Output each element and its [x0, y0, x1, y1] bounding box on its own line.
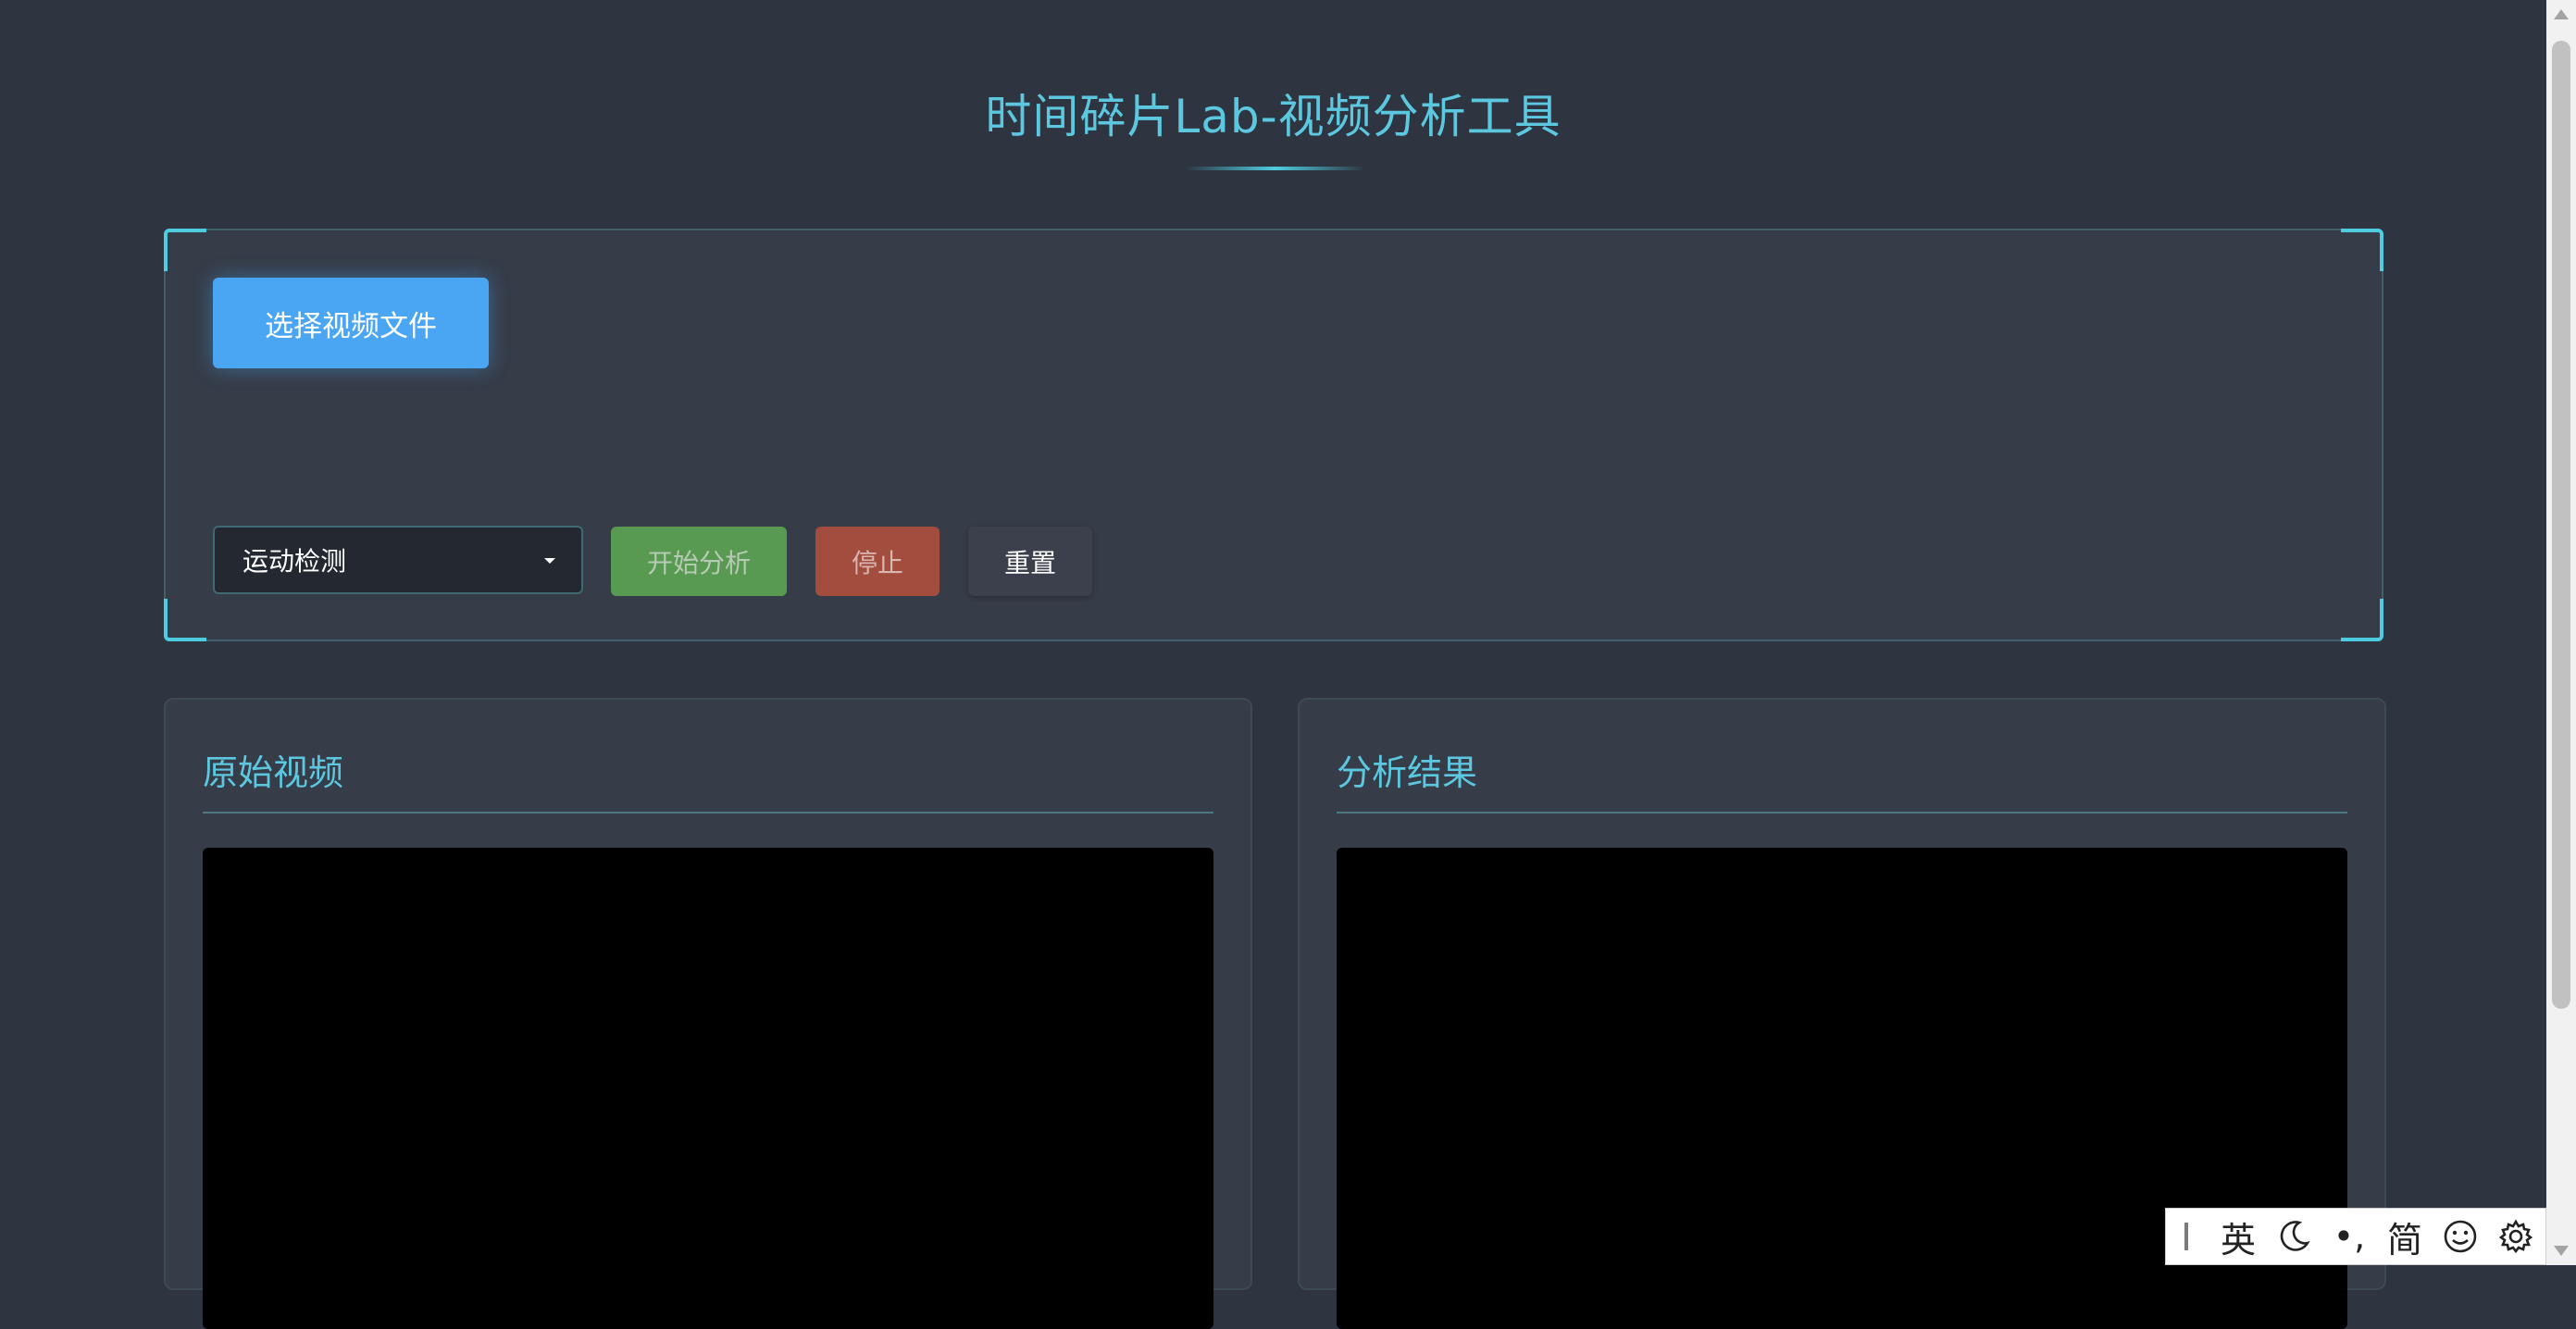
reset-button[interactable]: 重置: [968, 527, 1092, 596]
ime-script-toggle[interactable]: 简: [2377, 1208, 2433, 1265]
original-video-title: 原始视频: [203, 752, 344, 793]
analysis-result-panel: 分析结果: [1298, 698, 2386, 1329]
caret-down-icon: [544, 558, 555, 564]
page-title: 时间碎片Lab-视频分析工具: [985, 90, 1562, 143]
scroll-up-arrow-icon[interactable]: [2554, 9, 2569, 19]
scrollbar-thumb[interactable]: [2552, 41, 2570, 1009]
smiley-icon[interactable]: [2433, 1208, 2488, 1265]
gear-icon[interactable]: [2488, 1208, 2544, 1265]
analysis-mode-select[interactable]: 运动检测: [213, 526, 583, 594]
start-analysis-button[interactable]: 开始分析: [611, 527, 787, 596]
scroll-down-arrow-icon[interactable]: [2554, 1246, 2569, 1256]
original-video-divider: [203, 812, 1213, 814]
corner-decoration-top-right: [2341, 229, 2383, 271]
select-video-file-button[interactable]: 选择视频文件: [213, 278, 489, 368]
page-scrollbar[interactable]: [2546, 0, 2576, 1265]
corner-decoration-bottom-left: [164, 599, 206, 641]
ime-toolbar: 英 •, 简: [2165, 1208, 2546, 1265]
analysis-mode-selected-value: 运动检测: [243, 546, 347, 577]
original-video-panel: 原始视频: [164, 698, 1252, 1329]
corner-decoration-bottom-right: [2341, 599, 2383, 641]
moon-icon[interactable]: [2266, 1208, 2321, 1265]
ime-punctuation-toggle[interactable]: •,: [2321, 1208, 2377, 1265]
control-panel: 选择视频文件 运动检测 开始分析 停止 重置: [164, 229, 2383, 641]
ime-drag-handle[interactable]: [2184, 1223, 2188, 1250]
original-video-player[interactable]: [203, 848, 1213, 1329]
analysis-result-divider: [1337, 812, 2347, 814]
ime-language-toggle[interactable]: 英: [2210, 1208, 2266, 1265]
title-underline: [1185, 167, 1365, 170]
corner-decoration-top-left: [164, 229, 206, 271]
analysis-result-title: 分析结果: [1337, 752, 1478, 793]
stop-button[interactable]: 停止: [815, 527, 940, 596]
